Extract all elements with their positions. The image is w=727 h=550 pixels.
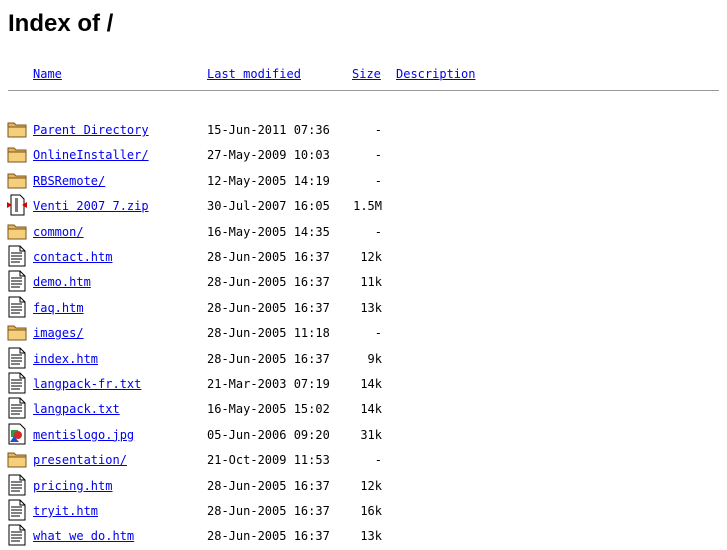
table-row: demo.htm 28-Jun-2005 16:37 11k <box>0 270 727 295</box>
page-title: Index of / <box>8 10 114 37</box>
folder-icon <box>6 143 28 165</box>
table-row: RBSRemote/12-May-2005 14:19 - <box>0 169 727 194</box>
modified-date: 28-Jun-2005 16:37 <box>207 478 330 493</box>
file-link[interactable]: langpack-fr.txt <box>33 376 141 392</box>
text-file-icon <box>6 245 28 267</box>
table-row: langpack.txt 16-May-2005 15:02 14k <box>0 397 727 422</box>
folder-icon <box>6 321 28 343</box>
table-row: faq.htm 28-Jun-2005 16:37 13k <box>0 296 727 321</box>
file-link[interactable]: langpack.txt <box>33 401 120 417</box>
modified-date: 12-May-2005 14:19 <box>207 173 330 188</box>
text-file-icon <box>6 474 28 496</box>
file-size: 14k <box>360 402 382 417</box>
modified-date: 16-May-2005 15:02 <box>207 402 330 417</box>
file-link[interactable]: pricing.htm <box>33 478 112 494</box>
table-row: pricing.htm 28-Jun-2005 16:37 12k <box>0 474 727 499</box>
modified-date: 30-Jul-2007 16:05 <box>207 199 330 214</box>
table-row: what we do.htm 28-Jun-2005 16:37 13k <box>0 524 727 549</box>
table-row: mentislogo.jpg 05-Jun-2006 09:20 31k <box>0 423 727 448</box>
text-file-icon <box>6 270 28 292</box>
file-link[interactable]: images/ <box>33 325 84 341</box>
sort-by-name-link[interactable]: Name <box>33 66 62 82</box>
sort-by-last-modified-link[interactable]: Last modified <box>207 66 301 82</box>
file-size: 11k <box>360 275 382 290</box>
sort-by-size-link[interactable]: Size <box>352 66 381 82</box>
file-link[interactable]: common/ <box>33 224 84 240</box>
modified-date: 27-May-2009 10:03 <box>207 148 330 163</box>
text-file-icon <box>6 372 28 394</box>
folder-icon <box>6 448 28 470</box>
table-row: Parent Directory 15-Jun-2011 07:36 - <box>0 118 727 143</box>
file-size: 12k <box>360 250 382 264</box>
file-size: 13k <box>360 529 382 544</box>
file-size: - <box>374 148 382 163</box>
file-size: 9k <box>367 351 382 366</box>
file-link[interactable]: Parent Directory <box>33 122 149 138</box>
file-size: - <box>374 224 382 239</box>
table-row: images/28-Jun-2005 11:18 - <box>0 321 727 346</box>
header-divider <box>8 90 719 91</box>
file-size: 12k <box>360 478 382 493</box>
file-link[interactable]: what we do.htm <box>33 528 134 544</box>
file-link[interactable]: index.htm <box>33 351 98 367</box>
table-row: index.htm 28-Jun-2005 16:37 9k <box>0 347 727 372</box>
file-link[interactable]: demo.htm <box>33 274 91 290</box>
file-size: - <box>374 123 382 137</box>
table-row: contact.htm 28-Jun-2005 16:37 12k <box>0 245 727 270</box>
table-row: tryit.htm 28-Jun-2005 16:37 16k <box>0 499 727 524</box>
file-link[interactable]: OnlineInstaller/ <box>33 147 149 163</box>
text-file-icon <box>6 397 28 419</box>
file-link[interactable]: Venti 2007 7.zip <box>33 198 149 214</box>
modified-date: 28-Jun-2005 16:37 <box>207 300 330 315</box>
folder-icon <box>6 118 28 140</box>
table-row: OnlineInstaller/27-May-2009 10:03 - <box>0 143 727 168</box>
modified-date: 21-Mar-2003 07:19 <box>207 377 330 391</box>
file-link[interactable]: tryit.htm <box>33 503 98 519</box>
file-size: 13k <box>360 300 382 315</box>
modified-date: 15-Jun-2011 07:36 <box>207 123 330 137</box>
folder-icon <box>6 220 28 242</box>
file-link[interactable]: mentislogo.jpg <box>33 427 134 443</box>
file-link[interactable]: faq.htm <box>33 300 84 316</box>
modified-date: 28-Jun-2005 11:18 <box>207 326 330 341</box>
modified-date: 21-Oct-2009 11:53 <box>207 453 330 468</box>
table-row: common/16-May-2005 14:35 - <box>0 220 727 245</box>
file-size: 14k <box>360 377 382 391</box>
modified-date: 28-Jun-2005 16:37 <box>207 250 330 264</box>
modified-date: 28-Jun-2005 16:37 <box>207 275 330 290</box>
modified-date: 28-Jun-2005 16:37 <box>207 504 330 518</box>
archive-icon <box>6 194 28 216</box>
text-file-icon <box>6 347 28 369</box>
file-link[interactable]: RBSRemote/ <box>33 173 105 189</box>
file-size: 1.5M <box>353 199 382 214</box>
sort-by-description-link[interactable]: Description <box>396 66 475 82</box>
modified-date: 05-Jun-2006 09:20 <box>207 427 330 442</box>
file-size: 31k <box>360 427 382 442</box>
text-file-icon <box>6 296 28 318</box>
text-file-icon <box>6 524 28 546</box>
file-size: - <box>374 326 382 341</box>
modified-date: 28-Jun-2005 16:37 <box>207 351 330 366</box>
table-row: langpack-fr.txt 21-Mar-2003 07:19 14k <box>0 372 727 397</box>
file-size: - <box>374 453 382 468</box>
file-link[interactable]: presentation/ <box>33 452 127 468</box>
table-row: presentation/21-Oct-2009 11:53 - <box>0 448 727 473</box>
text-file-icon <box>6 499 28 521</box>
modified-date: 16-May-2005 14:35 <box>207 224 330 239</box>
file-size: - <box>374 173 382 188</box>
image-file-icon <box>6 423 28 445</box>
modified-date: 28-Jun-2005 16:37 <box>207 529 330 544</box>
file-link[interactable]: contact.htm <box>33 249 112 265</box>
folder-icon <box>6 169 28 191</box>
table-row: Venti 2007 7.zip 30-Jul-2007 16:05 1.5M <box>0 194 727 219</box>
file-size: 16k <box>360 504 382 518</box>
